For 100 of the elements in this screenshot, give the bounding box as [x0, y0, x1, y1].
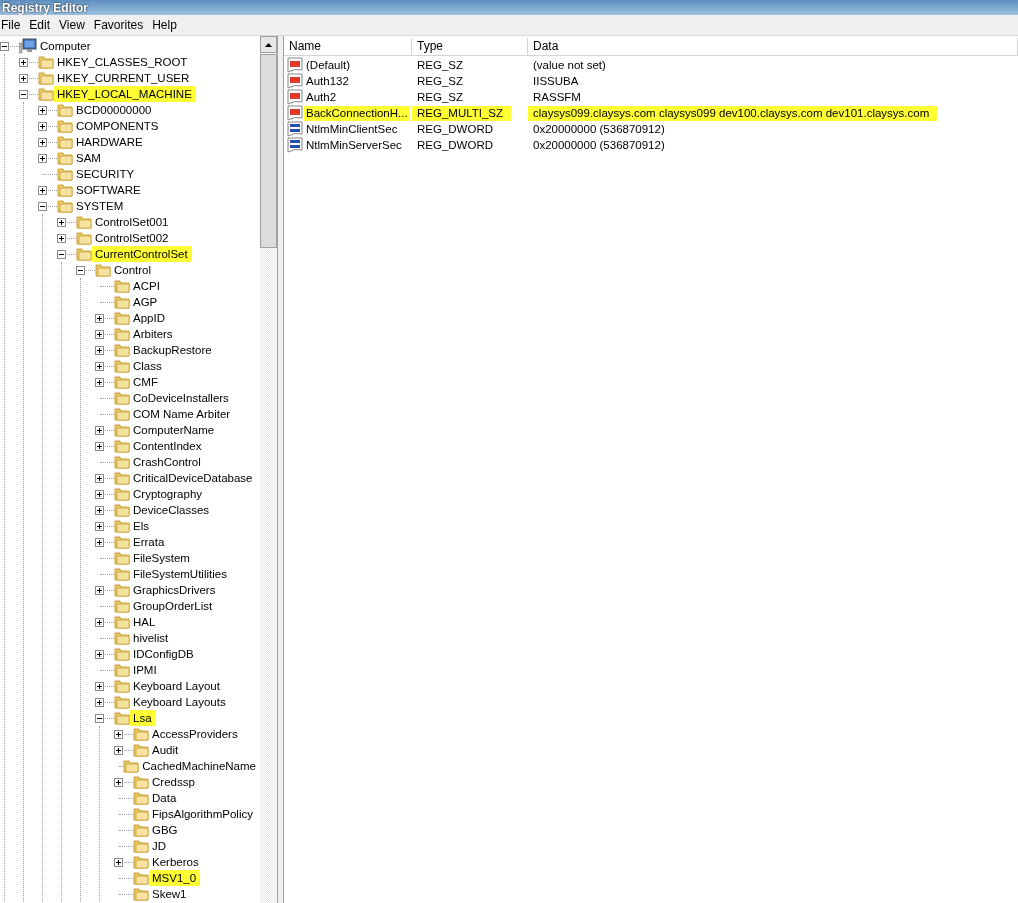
- plus-icon[interactable]: [38, 137, 47, 147]
- menu-item[interactable]: View: [58, 18, 91, 32]
- plus-icon[interactable]: [95, 617, 104, 627]
- tree-item[interactable]: AGP: [130, 294, 162, 310]
- tree-item[interactable]: Computer: [37, 38, 95, 54]
- plus-icon[interactable]: [95, 505, 104, 515]
- plus-icon[interactable]: [95, 425, 104, 435]
- tree-item[interactable]: Credssp: [149, 774, 199, 790]
- tree-item[interactable]: Data: [149, 790, 181, 806]
- tree-item[interactable]: ControlSet002: [92, 230, 173, 246]
- plus-icon[interactable]: [95, 377, 104, 387]
- column-header[interactable]: Type: [412, 38, 528, 56]
- scroll-up-button[interactable]: [260, 36, 277, 53]
- scrollbar[interactable]: [260, 36, 277, 903]
- plus-icon[interactable]: [95, 329, 104, 339]
- minus-icon[interactable]: [19, 89, 28, 99]
- minus-icon[interactable]: [38, 201, 47, 211]
- plus-icon[interactable]: [38, 121, 47, 131]
- tree-item[interactable]: Keyboard Layouts: [130, 694, 230, 710]
- tree-item[interactable]: JD: [149, 838, 171, 854]
- tree-item[interactable]: GroupOrderList: [130, 598, 217, 614]
- tree-item[interactable]: DeviceClasses: [130, 502, 214, 518]
- plus-icon[interactable]: [114, 857, 123, 867]
- plus-icon[interactable]: [38, 153, 47, 163]
- value-name[interactable]: BackConnectionH...: [304, 105, 410, 121]
- tree-item[interactable]: BackupRestore: [130, 342, 216, 358]
- tree-item[interactable]: CachedMachineName: [139, 758, 260, 774]
- tree-item[interactable]: MSV1_0: [149, 870, 201, 886]
- tree-item[interactable]: IPMI: [130, 662, 161, 678]
- plus-icon[interactable]: [95, 441, 104, 451]
- tree-item[interactable]: HKEY_CURRENT_USER: [54, 70, 194, 86]
- tree-item[interactable]: AccessProviders: [149, 726, 242, 742]
- tree-item[interactable]: Lsa: [130, 710, 156, 726]
- tree-item[interactable]: BCD00000000: [73, 102, 156, 118]
- plus-icon[interactable]: [19, 57, 28, 67]
- value-name[interactable]: Auth2: [304, 89, 339, 105]
- tree-item[interactable]: Arbiters: [130, 326, 177, 342]
- tree-item[interactable]: Errata: [130, 534, 169, 550]
- minus-icon[interactable]: [95, 713, 104, 723]
- tree-item[interactable]: CurrentControlSet: [92, 246, 192, 262]
- tree-item[interactable]: HAL: [130, 614, 160, 630]
- tree-item[interactable]: Keyboard Layout: [130, 678, 224, 694]
- plus-icon[interactable]: [114, 777, 123, 787]
- minus-icon[interactable]: [76, 265, 85, 275]
- plus-icon[interactable]: [57, 233, 66, 243]
- tree-item[interactable]: Control: [111, 262, 156, 278]
- plus-icon[interactable]: [38, 185, 47, 195]
- scroll-thumb[interactable]: [260, 54, 277, 248]
- tree-item[interactable]: CoDeviceInstallers: [130, 390, 233, 406]
- tree-item[interactable]: CrashControl: [130, 454, 205, 470]
- tree-item[interactable]: ACPI: [130, 278, 164, 294]
- tree-item[interactable]: HKEY_LOCAL_MACHINE: [54, 86, 196, 102]
- plus-icon[interactable]: [19, 73, 28, 83]
- tree-item[interactable]: COM Name Arbiter: [130, 406, 235, 422]
- plus-icon[interactable]: [95, 313, 104, 323]
- tree-item[interactable]: Els: [130, 518, 153, 534]
- tree-item[interactable]: Class: [130, 358, 166, 374]
- tree-item[interactable]: SAM: [73, 150, 105, 166]
- tree-item[interactable]: hivelist: [130, 630, 173, 646]
- tree-item[interactable]: HKEY_CLASSES_ROOT: [54, 54, 192, 70]
- tree-item[interactable]: COMPONENTS: [73, 118, 163, 134]
- menu-item[interactable]: Favorites: [92, 18, 150, 32]
- tree-item[interactable]: GraphicsDrivers: [130, 582, 220, 598]
- plus-icon[interactable]: [95, 585, 104, 595]
- plus-icon[interactable]: [95, 537, 104, 547]
- value-name[interactable]: NtlmMinServerSec: [304, 137, 404, 153]
- tree-item[interactable]: GBG: [149, 822, 182, 838]
- plus-icon[interactable]: [95, 361, 104, 371]
- plus-icon[interactable]: [95, 681, 104, 691]
- tree-item[interactable]: SECURITY: [73, 166, 139, 182]
- tree-item[interactable]: SYSTEM: [73, 198, 128, 214]
- tree-item[interactable]: FipsAlgorithmPolicy: [149, 806, 257, 822]
- menu-item[interactable]: Edit: [28, 18, 57, 32]
- plus-icon[interactable]: [95, 473, 104, 483]
- tree-item[interactable]: HARDWARE: [73, 134, 147, 150]
- value-name[interactable]: (Default): [304, 57, 353, 73]
- column-header[interactable]: Data: [528, 38, 1018, 56]
- tree-item[interactable]: FileSystem: [130, 550, 194, 566]
- tree-item[interactable]: IDConfigDB: [130, 646, 198, 662]
- menu-item[interactable]: File: [0, 18, 27, 32]
- minus-icon[interactable]: [57, 249, 66, 259]
- tree-item[interactable]: FileSystemUtilities: [130, 566, 231, 582]
- tree-item[interactable]: Kerberos: [149, 854, 203, 870]
- value-name[interactable]: NtlmMinClientSec: [304, 121, 400, 137]
- tree-item[interactable]: ComputerName: [130, 422, 219, 438]
- tree-item[interactable]: CMF: [130, 374, 162, 390]
- tree-item[interactable]: AppID: [130, 310, 169, 326]
- tree-item[interactable]: Cryptography: [130, 486, 207, 502]
- tree-item[interactable]: Audit: [149, 742, 183, 758]
- plus-icon[interactable]: [95, 489, 104, 499]
- plus-icon[interactable]: [38, 105, 47, 115]
- menu-item[interactable]: Help: [151, 18, 183, 32]
- plus-icon[interactable]: [95, 521, 104, 531]
- tree-item[interactable]: SOFTWARE: [73, 182, 145, 198]
- value-name[interactable]: Auth132: [304, 73, 351, 89]
- tree-item[interactable]: ContentIndex: [130, 438, 206, 454]
- tree-item[interactable]: CriticalDeviceDatabase: [130, 470, 257, 486]
- plus-icon[interactable]: [114, 729, 123, 739]
- plus-icon[interactable]: [95, 649, 104, 659]
- tree-item[interactable]: Skew1: [149, 886, 191, 902]
